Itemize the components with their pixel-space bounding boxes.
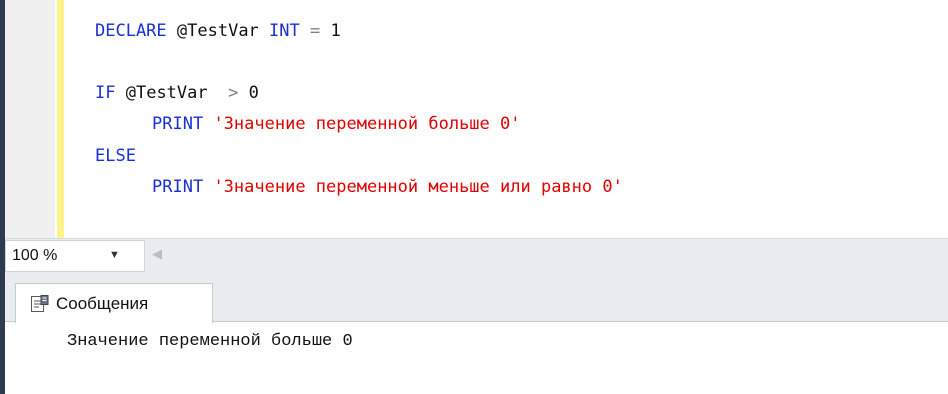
number-literal: 1 [330,21,341,41]
tab-messages-label: Сообщения [56,294,149,313]
messages-icon [31,295,49,312]
keyword-if: IF [95,83,116,103]
keyword-int: INT [269,21,300,41]
zoom-scroll-bar: 100 % ▼ ◀ [5,238,948,272]
number-literal: 0 [248,83,259,103]
zoom-value: 100 % [12,247,58,264]
keyword-print: PRINT [152,114,204,134]
query-editor[interactable]: DECLARE @TestVar INT = 1 IF @TestVar > 0… [5,0,948,238]
code-line-print-less-equal: PRINT 'Значение переменной меньше или ра… [95,173,623,201]
operator-equals: = [310,21,321,41]
zoom-select[interactable]: 100 % ▼ [5,240,145,272]
string-literal: 'Значение переменной больше 0' [213,114,521,134]
code-line-print-greater: PRINT 'Значение переменной больше 0' [95,110,520,138]
change-tracking-bar [57,0,64,238]
editor-gutter [5,0,55,238]
code-line-else: ELSE [95,142,136,170]
scroll-left-icon[interactable]: ◀ [152,247,162,262]
results-pane: Сообщения Значение переменной больше 0 [5,272,948,394]
string-literal: 'Значение переменной меньше или равно 0' [213,177,623,197]
keyword-else: ELSE [95,146,136,166]
code-line-if: IF @TestVar > 0 [95,79,259,107]
code-line-declare: DECLARE @TestVar INT = 1 [95,17,341,45]
results-tab-strip: Сообщения [5,272,948,323]
operator-greater: > [228,83,239,103]
keyword-declare: DECLARE [95,21,167,41]
code-area[interactable]: DECLARE @TestVar INT = 1 IF @TestVar > 0… [95,0,948,238]
tab-messages[interactable]: Сообщения [15,283,213,323]
message-output: Значение переменной больше 0 [67,332,353,351]
chevron-down-icon[interactable]: ▼ [109,249,120,261]
variable-testvar: @TestVar [176,21,259,41]
variable-testvar: @TestVar [125,83,208,103]
keyword-print: PRINT [152,177,204,197]
